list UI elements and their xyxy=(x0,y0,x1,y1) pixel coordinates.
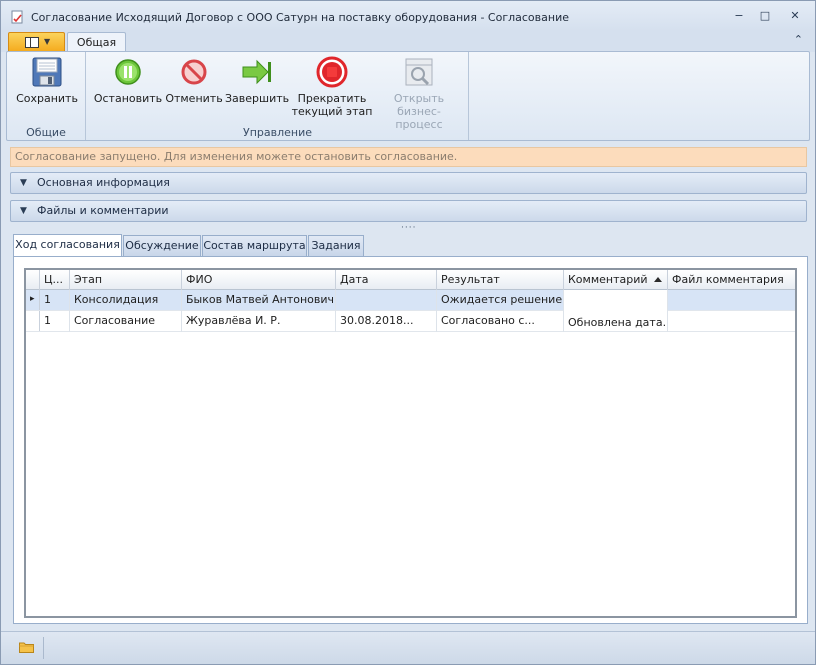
cell-result: Ожидается решение xyxy=(437,290,564,311)
application-menu-button[interactable]: ▼ xyxy=(8,32,65,52)
splitter-handle[interactable]: ···· xyxy=(401,223,416,233)
collapse-ribbon-icon[interactable]: ⌃ xyxy=(794,33,803,46)
pause-circle-icon xyxy=(115,59,141,85)
column-header-comment-label: Комментарий xyxy=(568,273,648,286)
floppy-disk-icon xyxy=(32,57,62,87)
ribbon-group-control: Остановить Отменить Завершить Прекратить… xyxy=(87,52,469,140)
status-info-bar: Согласование запущено. Для изменения мож… xyxy=(10,147,807,167)
cell-comment-file xyxy=(668,290,795,311)
app-menu-icon xyxy=(25,37,39,48)
column-header-stage[interactable]: Этап xyxy=(70,270,182,290)
section-files-comments[interactable]: ▼ Файлы и комментарии xyxy=(10,200,807,222)
section-files-label: Файлы и комментарии xyxy=(37,204,169,217)
approval-grid[interactable]: Ц... Этап ФИО Дата Результат Комментарий… xyxy=(24,268,797,618)
chevron-down-icon: ▼ xyxy=(44,37,51,46)
cancel-button[interactable]: Отменить xyxy=(165,56,223,105)
section-main-info[interactable]: ▼ Основная информация xyxy=(10,172,807,194)
chevron-down-icon: ▼ xyxy=(20,206,27,216)
chevron-down-icon: ▼ xyxy=(20,178,27,188)
maximize-button[interactable]: □ xyxy=(757,9,773,23)
table-row[interactable]: ▸ 1 Консолидация Быков Матвей Антонович … xyxy=(26,290,795,311)
cell-result: Согласовано с... xyxy=(437,311,564,332)
column-header-date[interactable]: Дата xyxy=(336,270,437,290)
grid-header: Ц... Этап ФИО Дата Результат Комментарий… xyxy=(26,270,795,290)
prohibited-icon xyxy=(181,59,207,85)
cell-name: Журавлёва И. Р. xyxy=(182,311,336,332)
column-header-cycle[interactable]: Ц... xyxy=(40,270,70,290)
terminate-label-line2: текущий этап xyxy=(291,105,373,118)
approval-progress-panel: Ц... Этап ФИО Дата Результат Комментарий… xyxy=(13,256,808,624)
sort-ascending-icon xyxy=(654,277,662,282)
save-button[interactable]: Сохранить xyxy=(13,56,81,105)
tab-route[interactable]: Состав маршрута xyxy=(202,235,307,256)
ribbon-tab-bar: ▼ Общая ⌃ xyxy=(1,31,815,53)
process-search-icon xyxy=(405,58,433,86)
close-button[interactable]: ✕ xyxy=(787,9,803,23)
tab-general[interactable]: Общая xyxy=(67,32,126,53)
title-bar: Согласование Исходящий Договор с ООО Сат… xyxy=(1,1,815,31)
tab-tasks[interactable]: Задания xyxy=(308,235,364,256)
terminate-label-line1: Прекратить xyxy=(297,92,367,105)
stop-label: Остановить xyxy=(93,92,163,105)
cell-name: Быков Матвей Антонович xyxy=(182,290,336,311)
status-bar xyxy=(1,631,815,664)
approval-window: Согласование Исходящий Договор с ООО Сат… xyxy=(0,0,816,665)
group-label-control: Управление xyxy=(242,126,312,139)
save-label: Сохранить xyxy=(16,92,78,105)
column-header-comment[interactable]: Комментарий xyxy=(564,270,668,290)
terminate-stage-button[interactable]: Прекратить текущий этап xyxy=(291,56,373,118)
folder-icon[interactable] xyxy=(19,641,34,653)
row-indicator-cell xyxy=(26,311,40,331)
column-header-result[interactable]: Результат xyxy=(437,270,564,290)
section-main-info-label: Основная информация xyxy=(37,176,170,189)
cell-date xyxy=(336,290,437,311)
cell-comment xyxy=(564,290,668,311)
group-label-general: Общие xyxy=(26,126,66,139)
row-indicator-icon: ▸ xyxy=(26,290,40,310)
cell-cycle: 1 xyxy=(40,290,70,311)
ribbon: Сохранить Общие Остановить Отменить Заве… xyxy=(6,51,810,141)
open-process-label-line1: Открыть xyxy=(393,92,445,105)
tab-discussion[interactable]: Обсуждение xyxy=(123,235,201,256)
cell-stage: Консолидация xyxy=(70,290,182,311)
window-title: Согласование Исходящий Договор с ООО Сат… xyxy=(31,11,569,24)
cell-date: 30.08.2018... xyxy=(336,311,437,332)
open-process-button[interactable]: Открыть бизнес-процесс xyxy=(375,56,463,131)
stop-circle-icon xyxy=(316,56,348,88)
column-header-comment-file[interactable]: Файл комментария xyxy=(668,270,795,290)
cell-comment: Обновлена дата... xyxy=(564,311,668,332)
finish-label: Завершить xyxy=(225,92,290,105)
cell-comment-file xyxy=(668,311,795,332)
cell-stage: Согласование xyxy=(70,311,182,332)
table-row[interactable]: 1 Согласование Журавлёва И. Р. 30.08.201… xyxy=(26,311,795,332)
column-header-name[interactable]: ФИО xyxy=(182,270,336,290)
header-indicator-cell xyxy=(26,270,40,290)
cancel-label: Отменить xyxy=(165,92,223,105)
stop-button[interactable]: Остановить xyxy=(93,56,163,105)
finish-button[interactable]: Завершить xyxy=(225,56,289,105)
document-icon xyxy=(11,10,23,24)
ribbon-group-general: Сохранить Общие xyxy=(7,52,86,140)
status-separator xyxy=(43,637,44,659)
forward-arrow-icon xyxy=(242,59,271,85)
minimize-button[interactable]: − xyxy=(731,9,747,23)
cell-cycle: 1 xyxy=(40,311,70,332)
tab-approval-progress[interactable]: Ход согласования xyxy=(13,234,122,257)
